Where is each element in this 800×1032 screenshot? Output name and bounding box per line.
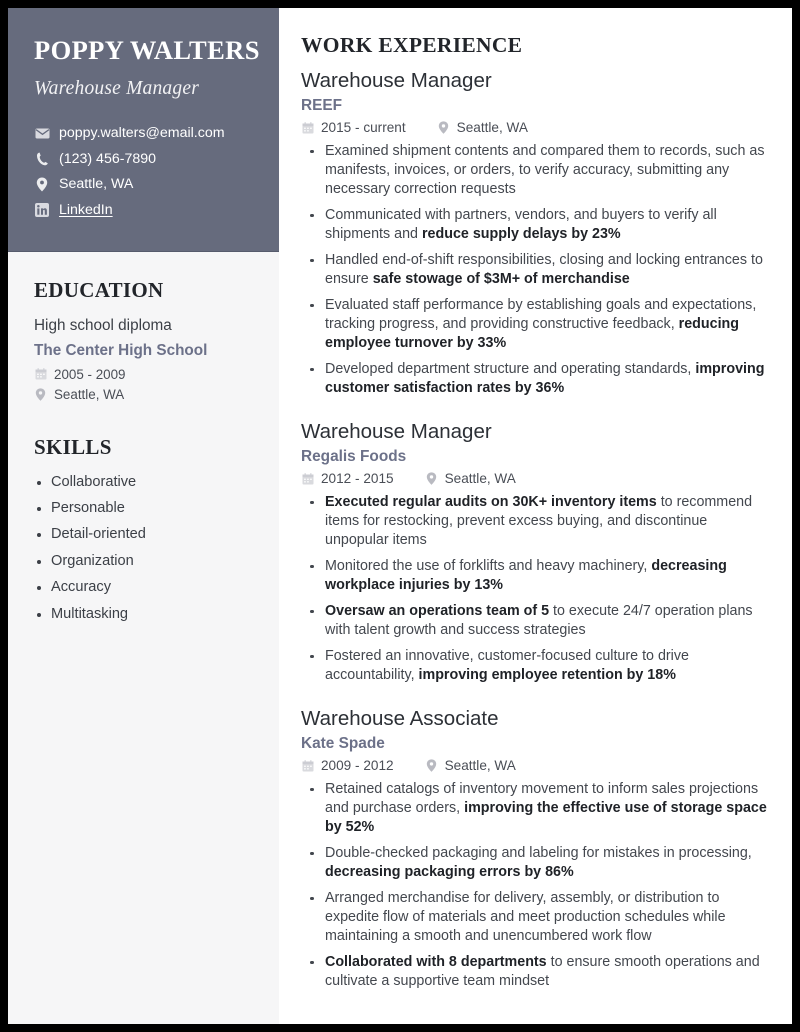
sidebar-header: POPPY WALTERS Warehouse Manager poppy.wa… — [8, 8, 279, 253]
job-dates: 2009 - 2012 — [321, 758, 394, 774]
phone-icon — [34, 152, 50, 166]
main-column: WORK EXPERIENCE Warehouse Manager REEF 201… — [279, 8, 792, 1024]
list-item: Personable — [34, 499, 253, 518]
job-entry: Warehouse Manager REEF 2015 - current Seatt… — [301, 68, 768, 398]
map-pin-icon — [34, 177, 50, 192]
contact-location-text: Seattle, WA — [59, 176, 134, 193]
page-title: POPPY WALTERS — [34, 35, 260, 65]
education-heading: EDUCATION — [34, 278, 164, 303]
job-dates-group: 2015 - current — [301, 120, 406, 135]
contact-item-email: poppy.walters@email.com — [34, 125, 253, 142]
calendar-icon — [301, 472, 314, 485]
job-location: Seattle, WA — [456, 120, 528, 136]
job-bullets: Executed regular audits on 30K+ inventor… — [301, 493, 768, 685]
job-company: Kate Spade — [301, 735, 385, 753]
contact-list: poppy.walters@email.com (123) 456-7890 S… — [34, 125, 253, 219]
list-item: Communicated with partners, vendors, and… — [301, 206, 768, 244]
list-item: Examined shipment contents and compared … — [301, 142, 768, 199]
job-meta: 2009 - 2012 Seattle, WA — [301, 758, 768, 773]
list-item: Fostered an innovative, customer-focused… — [301, 647, 768, 685]
contact-item-linkedin[interactable]: LinkedIn — [34, 202, 253, 219]
calendar-icon — [34, 368, 47, 380]
list-item: Collaborated with 8 departments to ensur… — [301, 953, 768, 991]
list-item: Oversaw an operations team of 5 to execu… — [301, 602, 768, 640]
list-item: Organization — [34, 552, 253, 571]
sidebar: POPPY WALTERS Warehouse Manager poppy.wa… — [8, 8, 279, 1024]
list-item: Detail-oriented — [34, 525, 253, 544]
education-dates-row: 2005 - 2009 — [34, 367, 253, 382]
linkedin-link[interactable]: LinkedIn — [59, 202, 113, 219]
job-company: REEF — [301, 97, 343, 114]
job-entry: Warehouse Associate Kate Spade 2009 - 2012… — [301, 706, 768, 991]
job-location-group: Seattle, WA — [425, 758, 516, 773]
contact-item-phone: (123) 456-7890 — [34, 151, 253, 168]
list-item: Evaluated staff performance by establish… — [301, 296, 768, 353]
envelope-icon — [34, 128, 50, 139]
list-item: Accuracy — [34, 578, 253, 597]
job-location: Seattle, WA — [444, 471, 516, 487]
job-list: Warehouse Manager REEF 2015 - current Seatt… — [301, 68, 768, 991]
job-role: Warehouse Manager — [301, 69, 492, 92]
job-meta: 2012 - 2015 Seattle, WA — [301, 471, 768, 486]
list-item: Monitored the use of forklifts and heavy… — [301, 557, 768, 595]
job-location-group: Seattle, WA — [437, 120, 528, 135]
list-item: Multitasking — [34, 605, 253, 624]
job-role: Warehouse Associate — [301, 707, 499, 731]
job-entry: Warehouse Manager Regalis Foods 2012 - 201… — [301, 419, 768, 685]
contact-phone-text: (123) 456-7890 — [59, 150, 157, 167]
job-dates-group: 2012 - 2015 — [301, 471, 394, 486]
job-meta: 2015 - current Seattle, WA — [301, 120, 768, 135]
education-school: The Center High School — [34, 341, 208, 359]
job-company: Regalis Foods — [301, 448, 407, 466]
job-location: Seattle, WA — [444, 758, 516, 774]
education-section: EDUCATION High school diploma The Center… — [34, 278, 253, 401]
skills-section: SKILLS Collaborative Personable Detail-o… — [34, 435, 253, 624]
education-degree: High school diploma — [34, 317, 172, 335]
list-item: Arranged merchandise for delivery, assem… — [301, 889, 768, 946]
calendar-icon — [301, 121, 314, 134]
list-item: Double-checked packaging and labeling fo… — [301, 844, 768, 882]
contact-email-text: poppy.walters@email.com — [59, 125, 225, 142]
list-item: Collaborative — [34, 473, 253, 492]
calendar-icon — [301, 759, 314, 772]
list-item: Executed regular audits on 30K+ inventor… — [301, 493, 768, 550]
job-location-group: Seattle, WA — [425, 471, 516, 486]
skills-heading: SKILLS — [34, 434, 112, 459]
contact-item-location: Seattle, WA — [34, 176, 253, 193]
education-location-row: Seattle, WA — [34, 387, 253, 402]
headline-job-title: Warehouse Manager — [34, 78, 199, 100]
job-dates-group: 2009 - 2012 — [301, 758, 394, 773]
sidebar-body: EDUCATION High school diploma The Center… — [8, 252, 279, 631]
map-pin-icon — [425, 759, 438, 772]
list-item: Retained catalogs of inventory movement … — [301, 780, 768, 837]
job-bullets: Retained catalogs of inventory movement … — [301, 780, 768, 991]
job-dates: 2012 - 2015 — [321, 471, 394, 487]
map-pin-icon — [437, 121, 450, 134]
map-pin-icon — [34, 387, 47, 401]
map-pin-icon — [425, 472, 438, 485]
resume-page: POPPY WALTERS Warehouse Manager poppy.wa… — [8, 8, 792, 1024]
linkedin-icon — [34, 203, 50, 218]
job-role: Warehouse Manager — [301, 420, 492, 444]
job-dates: 2015 - current — [321, 120, 406, 136]
skills-list: Collaborative Personable Detail-oriented… — [34, 473, 253, 624]
list-item: Developed department structure and opera… — [301, 360, 768, 398]
list-item: Handled end-of-shift responsibilities, c… — [301, 251, 768, 289]
work-experience-heading: WORK EXPERIENCE — [301, 33, 523, 57]
job-bullets: Examined shipment contents and compared … — [301, 142, 768, 398]
education-location: Seattle, WA — [54, 386, 125, 402]
education-dates: 2005 - 2009 — [54, 366, 126, 382]
